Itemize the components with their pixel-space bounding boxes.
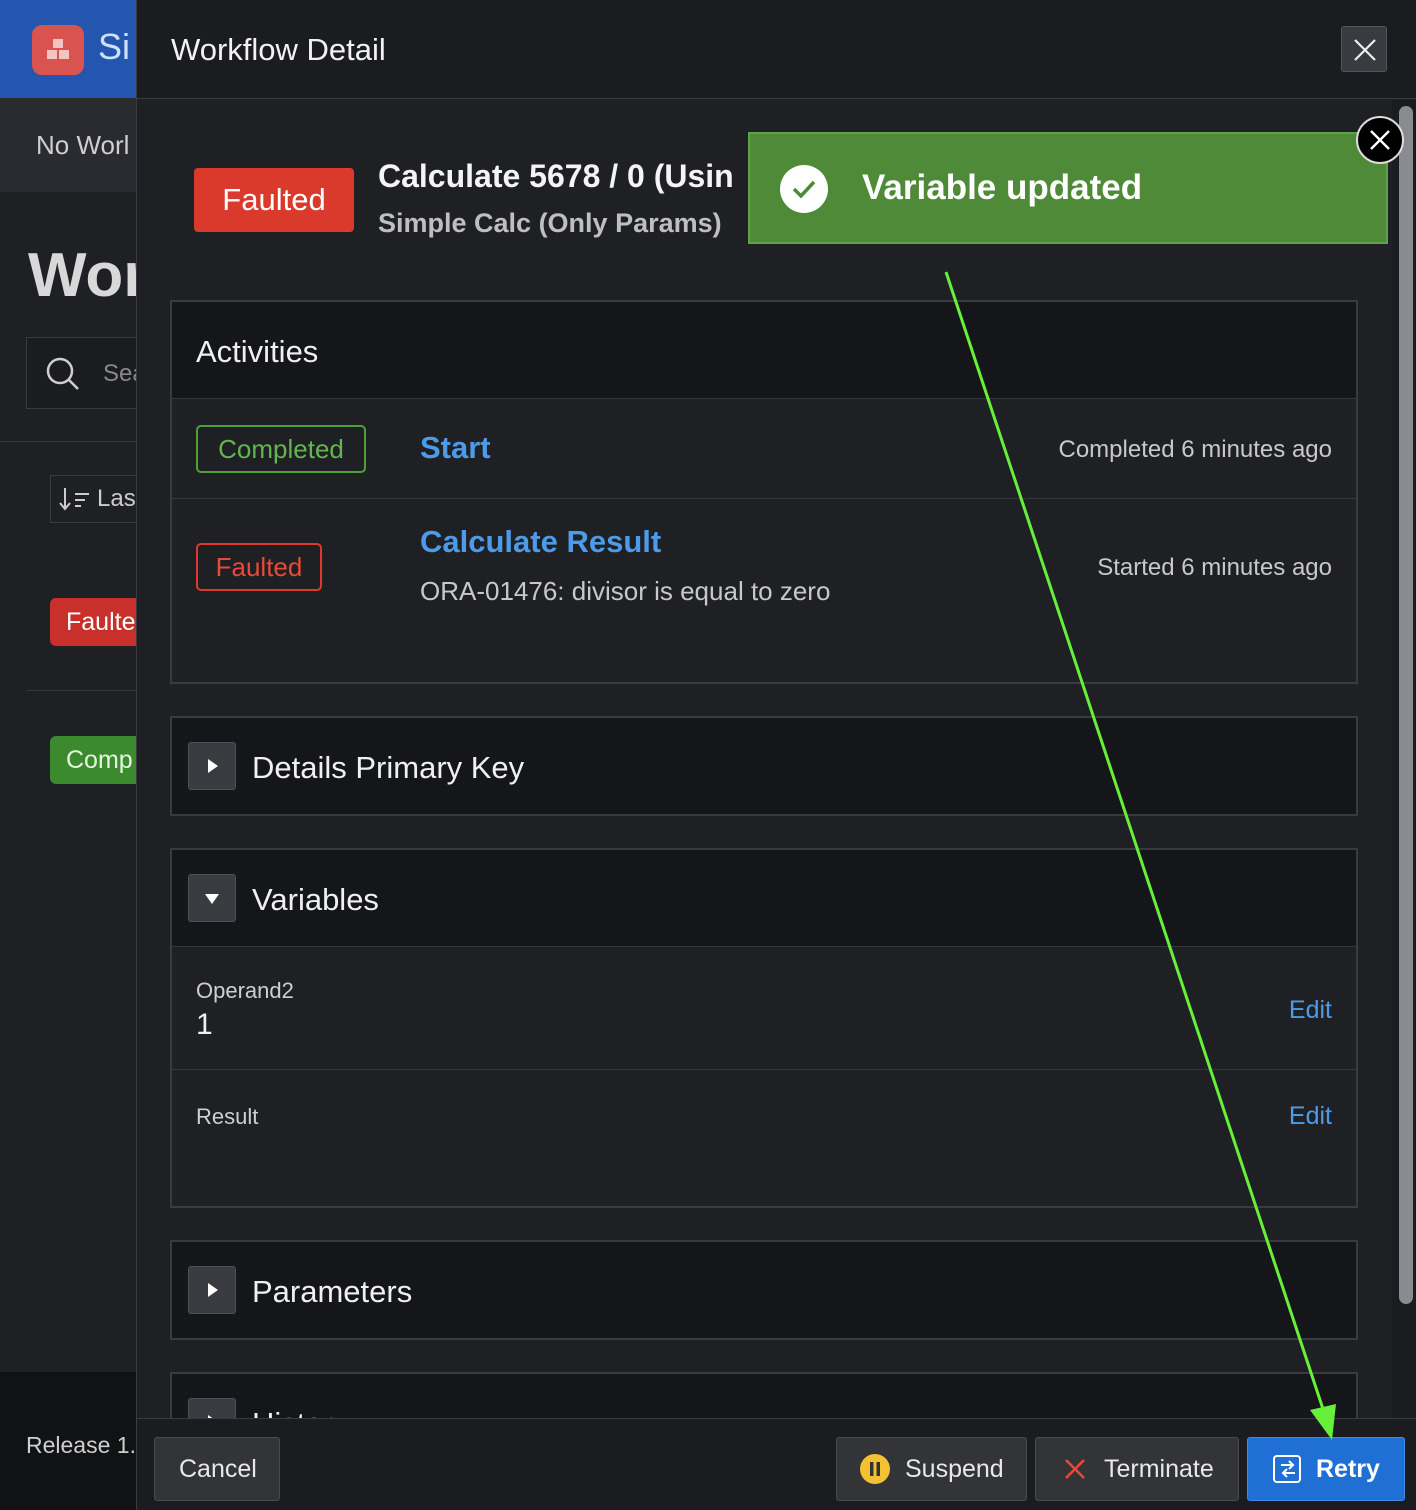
toast-message: Variable updated [862,168,1143,207]
dialog-footer: Cancel Suspend Terminate Retry [137,1418,1416,1510]
activity-error-message: ORA-01476: divisor is equal to zero [420,576,831,606]
list-item-status-faulted: Faulte [50,598,150,646]
dialog-close-button[interactable] [1341,26,1387,72]
button-label: Cancel [179,1455,257,1483]
badge-label: Faulte [66,608,136,636]
button-label: Suspend [905,1455,1004,1483]
activity-link-calculate-result[interactable]: Calculate Result [420,524,661,560]
terminate-button[interactable]: Terminate [1035,1437,1239,1501]
details-primary-key-panel: Details Primary Key [170,716,1358,816]
suspend-button[interactable]: Suspend [836,1437,1027,1501]
pause-icon [860,1454,890,1484]
section-title: Details Primary Key [252,750,525,785]
list-item-status-completed: Comp [50,736,150,784]
app-logo-icon [32,25,84,75]
variable-value: 1 [196,1008,213,1041]
variables-panel: Variables Operand2 1 Edit Result Edit [170,848,1358,1208]
divider [172,498,1356,499]
divider [0,441,140,442]
success-toast: Variable updated [748,132,1388,244]
dialog-header: Workflow Detail [137,0,1416,99]
status-label: Faulted [222,182,326,217]
caret-right-icon [208,759,218,773]
check-circle-icon [780,165,828,213]
workflow-status-badge: Faulted [194,168,354,232]
activity-status-faulted: Faulted [196,543,322,591]
search-icon [46,357,79,390]
button-label: Retry [1316,1455,1380,1483]
dialog-title: Workflow Detail [171,32,386,67]
expand-toggle-button[interactable] [188,742,236,790]
workflow-title: Calculate 5678 / 0 (Usin [378,158,734,194]
section-title: Parameters [252,1274,413,1309]
app-footer: Release 1. [0,1372,140,1510]
sub-header-text: No Worl [36,130,130,160]
activities-panel: Activities Completed Start Completed 6 m… [170,300,1358,684]
toast-close-button[interactable] [1356,116,1404,164]
x-icon [1065,1459,1085,1479]
divider [172,946,1356,947]
activity-status-completed: Completed [196,425,366,473]
button-label: Terminate [1104,1455,1214,1483]
sort-label: Las [97,485,136,512]
close-icon [1370,130,1390,150]
variables-header[interactable]: Variables [172,850,1356,946]
release-label: Release 1. [26,1432,136,1458]
expand-toggle-button[interactable] [188,1266,236,1314]
caret-right-icon [208,1283,218,1297]
badge-label: Comp [66,746,133,774]
edit-variable-link[interactable]: Edit [1289,996,1332,1025]
caret-down-icon [205,894,219,904]
variable-name: Operand2 [196,978,294,1003]
page-heading: Wor [28,241,148,310]
divider [26,690,146,691]
sort-icon [59,488,89,511]
activity-time: Completed 6 minutes ago [1058,436,1333,463]
retry-button[interactable]: Retry [1247,1437,1405,1501]
workflow-subtitle: Simple Calc (Only Params) [378,208,722,238]
section-title: Variables [252,882,379,917]
variable-name: Result [196,1104,259,1129]
retry-icon [1273,1455,1301,1483]
sub-header: No Worl [0,98,140,192]
parameters-header[interactable]: Parameters [172,1242,1356,1338]
app-title: Si [98,26,131,67]
edit-variable-link[interactable]: Edit [1289,1102,1332,1131]
divider [172,1069,1356,1070]
divider [172,398,1356,399]
activity-time: Started 6 minutes ago [1097,554,1332,581]
activity-link-start[interactable]: Start [420,430,491,466]
activities-title: Activities [196,334,319,369]
collapse-toggle-button[interactable] [188,874,236,922]
app-header: Si [0,0,140,98]
activities-header: Activities [172,302,1356,398]
parameters-panel: Parameters [170,1240,1358,1340]
details-primary-key-header[interactable]: Details Primary Key [172,718,1356,814]
scrollbar-thumb[interactable] [1399,106,1413,1304]
close-icon [1354,39,1376,61]
cancel-button[interactable]: Cancel [154,1437,280,1501]
